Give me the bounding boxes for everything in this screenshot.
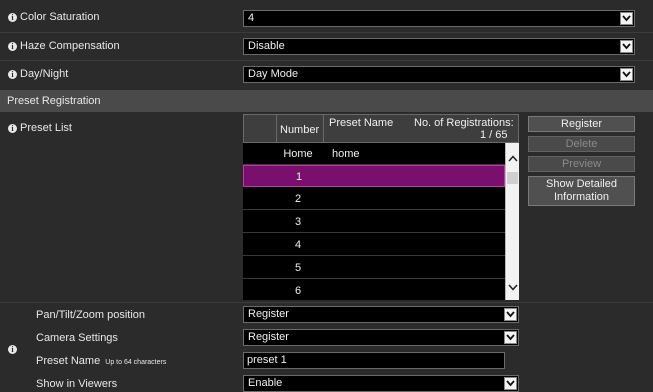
section-title: Preset Registration — [7, 95, 101, 107]
header-blank-cell — [244, 115, 277, 142]
section-bar: Preset Registration — [0, 90, 653, 112]
table-row-selected[interactable]: 1 — [243, 165, 505, 187]
info-icon[interactable]: i — [8, 42, 17, 51]
table-row[interactable]: Home home — [243, 143, 505, 165]
color-saturation-row: i Color Saturation 4 — [0, 0, 653, 27]
info-icon[interactable]: i — [8, 70, 17, 79]
show-in-viewers-label: Show in Viewers — [36, 378, 118, 390]
ptz-position-value: Register — [248, 308, 289, 320]
show-in-viewers-value: Enable — [248, 377, 283, 389]
camera-settings-value: Register — [248, 331, 289, 343]
show-in-viewers-select[interactable]: Enable — [243, 375, 519, 392]
header-preset-name[interactable]: Preset Name — [329, 117, 393, 129]
row-number: 3 — [294, 216, 302, 228]
register-button-label: Register — [561, 118, 602, 130]
camera-settings-label: Camera Settings — [36, 332, 118, 344]
color-saturation-select[interactable]: 4 — [243, 10, 635, 27]
table-scrollbar[interactable] — [505, 143, 519, 300]
preset-name-input[interactable]: preset 1 — [243, 352, 505, 369]
haze-compensation-select[interactable]: Disable — [243, 38, 635, 55]
row-preset-name: home — [332, 148, 360, 160]
chevron-down-icon[interactable] — [508, 282, 518, 294]
row-number: 5 — [294, 262, 302, 274]
delete-button-label: Delete — [565, 138, 598, 150]
scrollbar-thumb[interactable] — [507, 172, 518, 184]
divider — [0, 60, 653, 61]
header-registrations-count: 1 / 65 — [480, 129, 508, 141]
preset-name-hint: Up to 64 characters — [105, 359, 167, 366]
table-row[interactable]: 5 — [243, 257, 505, 279]
header-registrations: No. of Registrations: — [414, 117, 514, 129]
row-number: 2 — [294, 193, 302, 205]
preview-button[interactable]: Preview — [528, 156, 635, 172]
ptz-position-label: Pan/Tilt/Zoom position — [36, 309, 146, 321]
divider — [0, 32, 653, 33]
header-divider — [323, 115, 324, 142]
chevron-down-icon[interactable] — [620, 40, 633, 53]
color-saturation-label: Color Saturation — [20, 11, 100, 23]
day-night-label: Day/Night — [20, 68, 69, 80]
show-detailed-information-button[interactable]: Show Detailed Information — [528, 176, 635, 206]
haze-compensation-value: Disable — [248, 40, 285, 52]
ptz-position-select[interactable]: Register — [243, 306, 519, 323]
day-night-select[interactable]: Day Mode — [243, 66, 635, 83]
preset-table: Home home 1 2 3 4 5 6 — [243, 143, 519, 300]
haze-compensation-label: Haze Compensation — [20, 40, 120, 52]
chevron-down-icon[interactable] — [504, 377, 517, 390]
info-icon[interactable]: i — [8, 345, 17, 354]
preset-table-header: Number Preset Name No. of Registrations:… — [243, 114, 519, 143]
day-night-value: Day Mode — [248, 68, 299, 80]
divider — [0, 302, 653, 303]
info-icon[interactable]: i — [8, 124, 17, 133]
row-number: 4 — [294, 239, 302, 251]
preset-name-value: preset 1 — [247, 354, 287, 366]
preset-list-label: Preset List — [20, 122, 72, 134]
row-number: Home — [283, 148, 313, 160]
chevron-up-icon[interactable] — [508, 153, 518, 165]
table-row[interactable]: 6 — [243, 280, 505, 300]
preset-name-label: Preset Name Up to 64 characters — [36, 355, 166, 367]
preset-name-label-text: Preset Name — [36, 355, 101, 367]
row-number: 6 — [294, 285, 302, 297]
show-detailed-line1: Show Detailed — [546, 178, 617, 190]
camera-settings-select[interactable]: Register — [243, 329, 519, 346]
table-row[interactable]: 3 — [243, 211, 505, 233]
chevron-down-icon[interactable] — [504, 331, 517, 344]
header-number[interactable]: Number — [280, 124, 319, 136]
table-row[interactable]: 2 — [243, 188, 505, 210]
show-detailed-line2: Information — [553, 191, 610, 203]
chevron-down-icon[interactable] — [504, 308, 517, 321]
register-button[interactable]: Register — [528, 116, 635, 132]
table-row[interactable]: 4 — [243, 234, 505, 256]
preview-button-label: Preview — [561, 158, 602, 170]
chevron-down-icon[interactable] — [620, 68, 633, 81]
info-icon[interactable]: i — [8, 13, 17, 22]
row-number: 1 — [295, 171, 303, 183]
chevron-down-icon[interactable] — [620, 12, 633, 25]
delete-button[interactable]: Delete — [528, 136, 635, 152]
color-saturation-value: 4 — [248, 12, 255, 24]
